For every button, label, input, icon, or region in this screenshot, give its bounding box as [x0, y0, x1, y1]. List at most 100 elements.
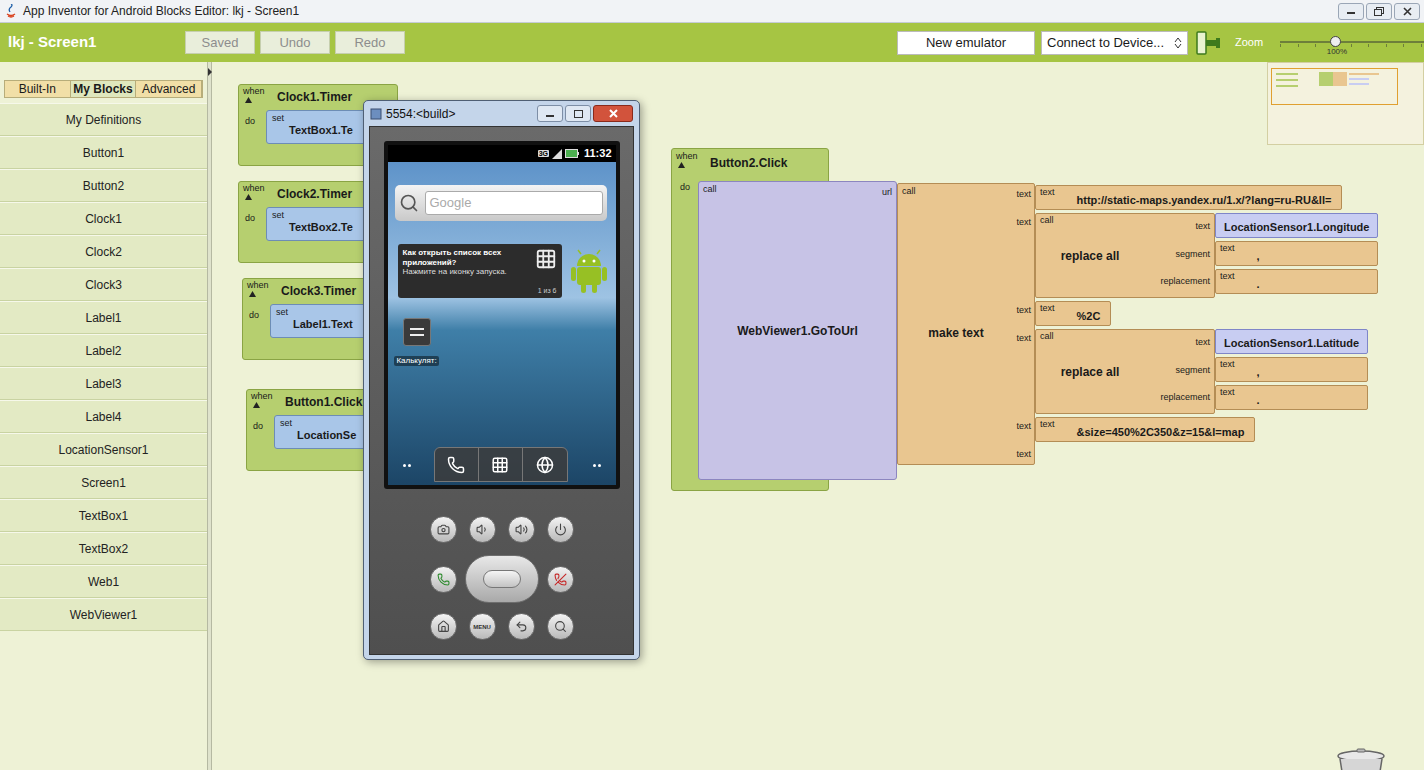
toolbar-button[interactable]: Undo: [260, 31, 330, 54]
sidebar-item[interactable]: Label2: [0, 334, 207, 367]
maximize-button[interactable]: [1366, 3, 1392, 20]
home-screen[interactable]: Google Как открыть список всех приложений…: [388, 162, 616, 485]
signal-icon: [552, 149, 562, 159]
sidebar-item[interactable]: TextBox1: [0, 499, 207, 532]
replace-all-block[interactable]: callreplace alltextsegmentreplacement: [1035, 329, 1215, 414]
app-shortcut[interactable]: Калькулят:: [392, 318, 442, 366]
sidebar-item[interactable]: Clock1: [0, 202, 207, 235]
getter-block[interactable]: LocationSensor1.Longitude: [1215, 213, 1378, 238]
dock-dots-left[interactable]: [403, 464, 411, 467]
close-button[interactable]: [1394, 3, 1420, 20]
socket-label: segment: [1144, 358, 1210, 386]
trash-icon[interactable]: [1336, 748, 1386, 770]
text-block[interactable]: text,: [1215, 357, 1368, 382]
emulator-window[interactable]: 5554:<build> 3G11:32GoogleКак открыть спи…: [363, 100, 640, 660]
sidebar-item[interactable]: WebViewer1: [0, 598, 207, 631]
close-button[interactable]: [593, 105, 633, 122]
text-block[interactable]: text&size=450%2C350&z=15&l=map: [1035, 417, 1255, 442]
sidebar-item[interactable]: Clock3: [0, 268, 207, 301]
app-label: Калькулят:: [394, 356, 438, 366]
set-target: LocationSe: [297, 430, 356, 441]
device-connection-icon[interactable]: [1195, 30, 1222, 56]
tip-bubble[interactable]: Как открыть список всех приложений?Нажми…: [398, 244, 562, 298]
globe-icon: [536, 456, 554, 474]
empty-socket[interactable]: [1035, 445, 1041, 463]
zoom-slider[interactable]: 100%: [1280, 28, 1424, 58]
zoom-value: 100%: [1327, 48, 1347, 56]
sidebar-item[interactable]: Clock2: [0, 235, 207, 268]
java-icon: [4, 4, 18, 18]
text-block[interactable]: text,: [1215, 241, 1378, 266]
minimize-button[interactable]: [1338, 3, 1364, 20]
do-label: do: [249, 311, 259, 320]
window-title: App Inventor for Android Blocks Editor: …: [23, 2, 299, 20]
phone-icon: [447, 456, 465, 474]
zoom-knob[interactable]: [1330, 36, 1341, 47]
sidebar-tab[interactable]: Built-In: [5, 81, 71, 97]
text-block[interactable]: text http://static-maps.yandex.ru/1.x/?la…: [1035, 185, 1342, 210]
sidebar-item[interactable]: My Definitions: [0, 103, 207, 136]
call-key[interactable]: [430, 566, 457, 593]
text-block[interactable]: text.: [1215, 385, 1368, 410]
blocks-canvas[interactable]: whenClock1.TimerdosetTextBox1.TewhenCloc…: [212, 62, 1424, 770]
socket-label: url: [882, 188, 892, 197]
getter-block[interactable]: LocationSensor1.Latitude: [1215, 329, 1368, 354]
sidebar-item[interactable]: TextBox2: [0, 532, 207, 565]
home-key[interactable]: [430, 613, 457, 640]
collapse-icon[interactable]: [253, 402, 260, 408]
toolbar-button[interactable]: Redo: [335, 31, 405, 54]
sidebar-item[interactable]: Label4: [0, 400, 207, 433]
sidebar-item[interactable]: Screen1: [0, 466, 207, 499]
dock-dots-right[interactable]: [593, 464, 601, 467]
back-key[interactable]: [508, 613, 535, 640]
text-value: ,: [1257, 367, 1260, 378]
tip-body: Нажмите на иконку запуска.: [403, 267, 527, 277]
power-key[interactable]: [547, 516, 574, 543]
minimize-button[interactable]: [537, 105, 563, 122]
collapse-icon[interactable]: [245, 97, 252, 103]
toolbar-button[interactable]: Saved: [185, 31, 255, 54]
collapse-icon[interactable]: [245, 194, 252, 200]
dialer-button[interactable]: [435, 448, 478, 481]
new-emulator-button[interactable]: New emulator: [897, 31, 1035, 55]
dpad[interactable]: [465, 555, 539, 603]
sidebar-item[interactable]: LocationSensor1: [0, 433, 207, 466]
text-label: text: [1040, 188, 1055, 197]
device-screen[interactable]: 3G11:32GoogleКак открыть список всех при…: [388, 145, 616, 485]
text-value: http://static-maps.yandex.ru/1.x/?lang=r…: [1077, 195, 1332, 206]
search-key[interactable]: [547, 613, 574, 640]
browser-button[interactable]: [523, 448, 566, 481]
end-call-key[interactable]: [547, 566, 574, 593]
connect-dropdown[interactable]: Connect to Device...: [1041, 31, 1188, 55]
make-text-block[interactable]: callmake texttexttexthttp://static-maps.…: [897, 185, 1378, 463]
volume-down-key[interactable]: [469, 516, 496, 543]
call-block[interactable]: callurlWebViewer1.GoToUrl: [698, 181, 897, 480]
search-widget[interactable]: Google: [395, 185, 607, 221]
camera-key[interactable]: [430, 516, 457, 543]
text-block[interactable]: text%2C: [1035, 301, 1111, 326]
sidebar-item[interactable]: Button1: [0, 136, 207, 169]
launcher-icon: [491, 456, 509, 474]
collapse-icon[interactable]: [249, 291, 256, 297]
socket-label: text: [1144, 214, 1210, 242]
apps-grid-icon: [535, 248, 557, 270]
maximize-button[interactable]: [565, 105, 591, 122]
sidebar-tab[interactable]: Advanced: [136, 81, 202, 97]
sidebar-tab[interactable]: My Blocks: [71, 81, 137, 97]
minimap[interactable]: [1267, 62, 1424, 145]
title-bar[interactable]: App Inventor for Android Blocks Editor: …: [0, 0, 1424, 23]
tip-title: Как открыть список всех приложений?: [403, 248, 527, 267]
sidebar-item[interactable]: Web1: [0, 565, 207, 598]
replace-all-block[interactable]: callreplace alltextsegmentreplacement: [1035, 213, 1215, 298]
collapse-icon[interactable]: [678, 162, 685, 168]
search-field[interactable]: Google: [425, 191, 603, 215]
menu-key[interactable]: MENU: [469, 613, 496, 640]
text-block[interactable]: text.: [1215, 269, 1378, 294]
set-label: set: [280, 419, 292, 428]
sidebar-item[interactable]: Label1: [0, 301, 207, 334]
sidebar-item[interactable]: Label3: [0, 367, 207, 400]
emulator-title-bar[interactable]: 5554:<build>: [364, 101, 639, 126]
launcher-button[interactable]: [478, 448, 523, 481]
sidebar-item[interactable]: Button2: [0, 169, 207, 202]
volume-up-key[interactable]: [508, 516, 535, 543]
